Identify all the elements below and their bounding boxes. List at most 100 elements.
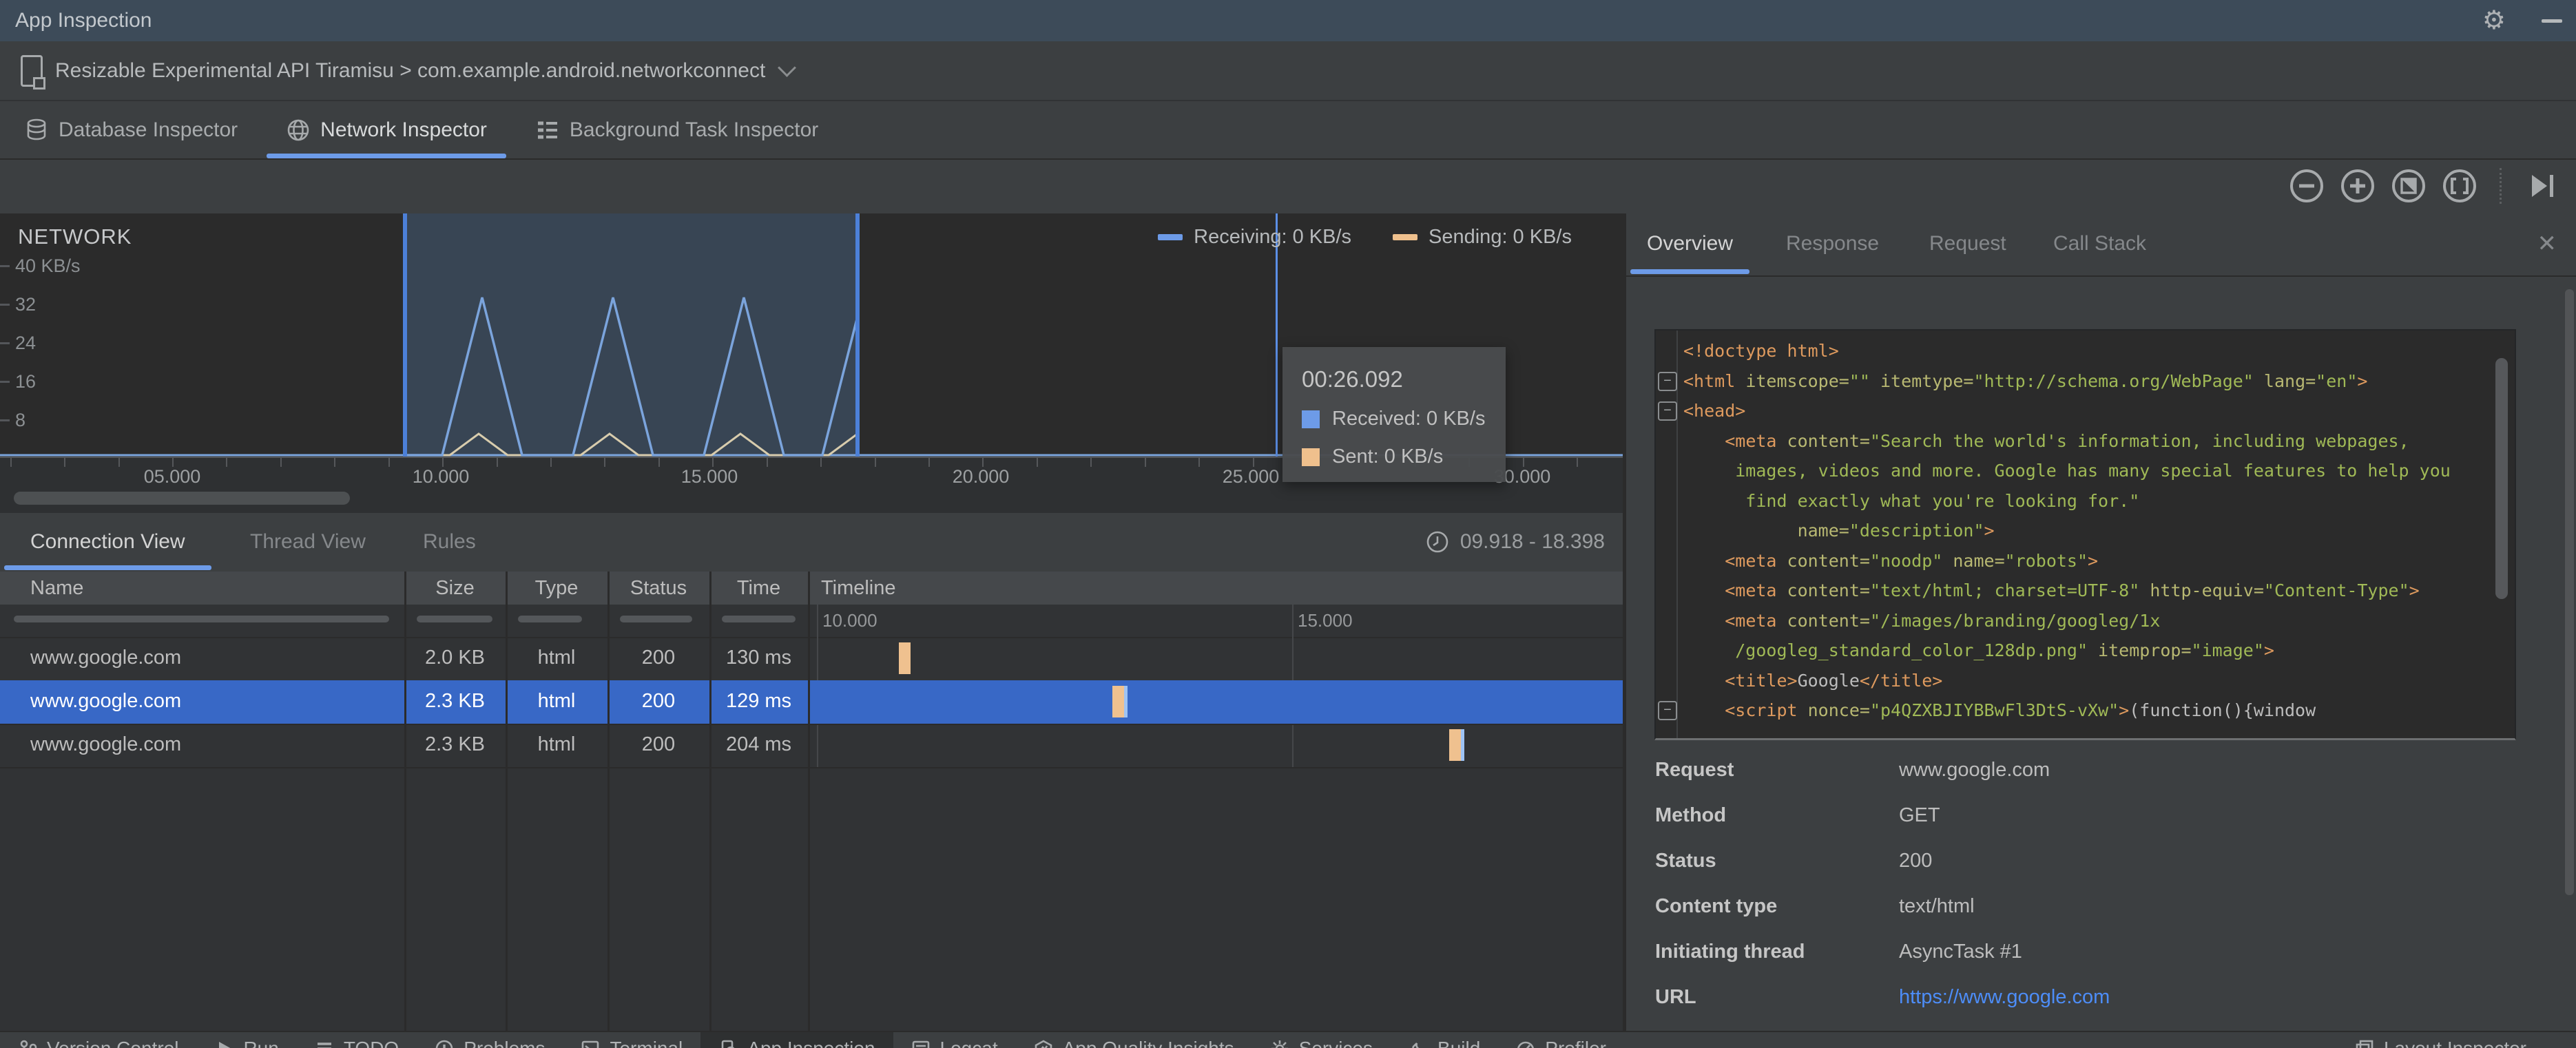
- field-label: Status: [1655, 850, 1716, 872]
- y-axis-tick: 32: [0, 294, 36, 315]
- tooltip-label: Sent: 0 KB/s: [1332, 446, 1444, 468]
- column-separator[interactable]: [607, 572, 610, 1031]
- bottom-bar-terminal[interactable]: Terminal: [563, 1032, 700, 1048]
- column-grip[interactable]: [417, 616, 492, 622]
- table-row[interactable]: www.google.com 2.3 KB html 200 204 ms: [0, 724, 1623, 768]
- bottom-tool-window-bar: Version Control Run TODO Problems Terminal Ap…: [0, 1031, 2576, 1048]
- bottom-bar-run[interactable]: Run: [196, 1032, 296, 1048]
- chart-scrollbar[interactable]: [0, 488, 1623, 513]
- field-label: Initiating thread: [1655, 941, 1805, 963]
- x-tick-label: 10.000: [412, 466, 470, 487]
- bottom-bar-services[interactable]: Services: [1252, 1032, 1391, 1048]
- column-header-size[interactable]: Size: [404, 572, 506, 605]
- code-line: <meta content="text/html; charset=UTF-8"…: [1725, 580, 2420, 600]
- terminal-icon: [582, 1040, 599, 1048]
- timeline-ruler-label: 10.000: [822, 610, 877, 631]
- column-separator[interactable]: [808, 572, 810, 1031]
- column-separator[interactable]: [506, 572, 508, 1031]
- legend-label: Receiving: 0 KB/s: [1194, 226, 1352, 248]
- timeline-request-bar[interactable]: [899, 642, 911, 674]
- column-header-status[interactable]: Status: [607, 572, 709, 605]
- connection-details-panel: ✕ Overview Response Request Call Stack <!do…: [1626, 213, 2576, 1031]
- tab-call-stack[interactable]: Call Stack: [2053, 213, 2146, 274]
- column-grip[interactable]: [722, 616, 796, 622]
- column-grip[interactable]: [620, 616, 692, 622]
- tab-label: Response: [1786, 232, 1880, 255]
- toolbar-divider: [2500, 167, 2502, 204]
- timeline-request-bar[interactable]: [1112, 686, 1128, 717]
- detail-field-method: Method GET: [1626, 804, 2549, 835]
- fold-marker-icon[interactable]: −: [1658, 401, 1677, 421]
- bottom-bar-label: App Inspection: [747, 1038, 875, 1048]
- chart-scrollbar-thumb[interactable]: [14, 492, 350, 505]
- bottom-bar-build[interactable]: Build: [1391, 1032, 1498, 1048]
- fold-marker-icon[interactable]: −: [1658, 371, 1677, 391]
- zoom-in-button[interactable]: [2340, 168, 2376, 204]
- bottom-bar-profiler[interactable]: Profiler: [1498, 1032, 1624, 1048]
- cell-time: 129 ms: [725, 690, 792, 712]
- bottom-bar-app-inspection[interactable]: App Inspection: [700, 1032, 893, 1048]
- tab-database-inspector[interactable]: Database Inspector: [24, 101, 238, 158]
- fold-marker-icon[interactable]: −: [1658, 701, 1677, 720]
- tab-network-inspector[interactable]: Network Inspector: [267, 101, 506, 158]
- minimize-icon[interactable]: [2542, 19, 2562, 23]
- tab-connection-view[interactable]: Connection View: [4, 513, 211, 570]
- code-scrollbar-thumb[interactable]: [2495, 358, 2508, 599]
- column-separator[interactable]: [709, 572, 711, 1031]
- tab-response[interactable]: Response: [1786, 213, 1879, 274]
- code-line: <script nonce="p4QZXBJIYBBwFl3DtS-vXw">(…: [1725, 700, 2316, 720]
- column-header-time[interactable]: Time: [709, 572, 808, 605]
- tab-thread-view[interactable]: Thread View: [250, 513, 366, 570]
- database-icon: [27, 118, 46, 140]
- zoom-out-button[interactable]: [2289, 168, 2325, 204]
- x-axis-tick: [766, 458, 768, 467]
- cell-type: html: [537, 690, 576, 712]
- column-grip[interactable]: [14, 616, 389, 622]
- skip-to-end-button[interactable]: [2524, 168, 2559, 204]
- column-separator[interactable]: [404, 572, 406, 1031]
- legend-label: Sending: 0 KB/s: [1429, 226, 1572, 248]
- column-header-name[interactable]: Name: [30, 572, 83, 605]
- gear-icon[interactable]: ⚙: [2482, 0, 2506, 41]
- y-tick-label: 40 KB/s: [15, 255, 81, 276]
- process-selector-bar[interactable]: Resizable Experimental API Tiramisu > co…: [0, 41, 2576, 101]
- cell-type: html: [537, 733, 576, 755]
- column-header-timeline[interactable]: Timeline: [821, 572, 896, 605]
- response-preview-code[interactable]: <!doctype html> <html itemscope="" itemty…: [1654, 329, 2516, 740]
- bottom-bar-label: Version Control: [47, 1038, 178, 1048]
- zoom-to-selection-button[interactable]: [2442, 168, 2478, 204]
- tab-background-task-inspector[interactable]: Background Task Inspector: [535, 101, 818, 158]
- code-line: <meta content="noodp" name="robots">: [1725, 550, 2099, 571]
- column-header-type[interactable]: Type: [506, 572, 607, 605]
- tooltip-row: Received: 0 KB/s: [1302, 408, 1506, 430]
- bottom-bar-problems[interactable]: Problems: [417, 1032, 563, 1048]
- legend-item: Receiving: 0 KB/s: [1158, 226, 1351, 249]
- reset-zoom-button[interactable]: [2391, 168, 2427, 204]
- cell-size: 2.3 KB: [424, 690, 486, 712]
- field-value-link[interactable]: https://www.google.com: [1899, 986, 2110, 1009]
- bottom-bar-logcat[interactable]: Logcat: [893, 1032, 1016, 1048]
- bottom-bar-todo[interactable]: TODO: [297, 1032, 417, 1048]
- field-value: AsyncTask #1: [1899, 941, 2022, 963]
- table-row[interactable]: www.google.com 2.0 KB html 200 130 ms: [0, 637, 1623, 682]
- bottom-bar-version-control[interactable]: Version Control: [0, 1032, 196, 1048]
- tab-rules[interactable]: Rules: [423, 513, 476, 570]
- table-row[interactable]: www.google.com 2.3 KB html 200 129 ms: [0, 680, 1623, 725]
- connections-table-header[interactable]: Name Size Type Status Time Timeline: [0, 572, 1623, 605]
- details-scrollbar-thumb[interactable]: [2565, 289, 2574, 895]
- column-grip[interactable]: [518, 616, 582, 622]
- bottom-bar-layout-inspector[interactable]: Layout Inspector: [2337, 1032, 2544, 1048]
- sel-right-edge[interactable]: [855, 213, 860, 457]
- tab-label: Database Inspector: [59, 118, 238, 141]
- chevron-down-icon[interactable]: [778, 59, 797, 77]
- timeline-request-bar[interactable]: [1449, 729, 1464, 761]
- detail-field-request: Request www.google.com: [1626, 759, 2549, 789]
- tab-overview[interactable]: Overview: [1630, 213, 1750, 274]
- close-icon[interactable]: ✕: [2537, 230, 2557, 258]
- code-line: images, videos and more. Google has many…: [1683, 461, 2451, 481]
- x-axis-tick: [1198, 458, 1201, 467]
- services-icon: [1271, 1040, 1288, 1048]
- tab-request[interactable]: Request: [1929, 213, 2006, 274]
- sel-left-edge[interactable]: [403, 213, 407, 457]
- bottom-bar-app-quality-insights[interactable]: App Quality Insights: [1016, 1032, 1252, 1048]
